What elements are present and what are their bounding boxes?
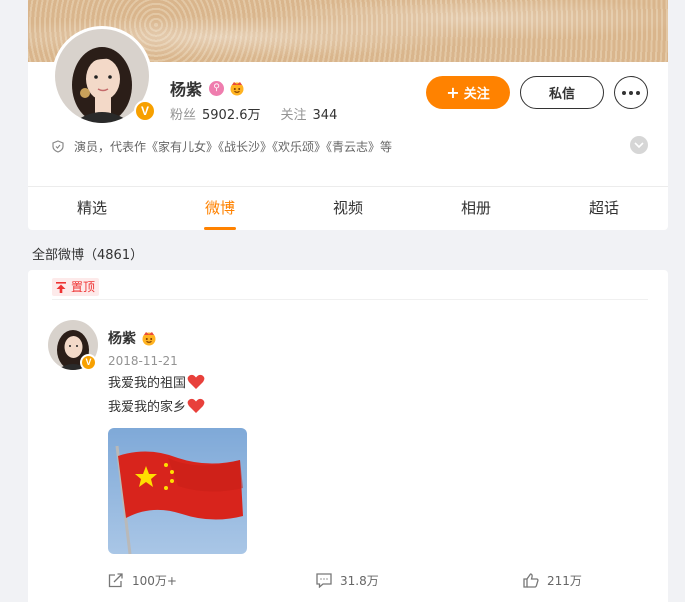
plus-icon: +: [446, 83, 460, 102]
comment-button[interactable]: 31.8万: [316, 572, 379, 589]
profile-description-row: 演员，代表作《家有儿女》《战长沙》《欢乐颂》《青云志》等: [52, 138, 392, 155]
message-button-label: 私信: [548, 87, 575, 102]
following-label: 关注: [280, 108, 307, 123]
profile-description: 演员，代表作《家有儿女》《战长沙》《欢乐颂》《青云志》等: [74, 140, 393, 154]
china-flag-image[interactable]: [108, 428, 247, 554]
all-posts-count: 全部微博（4861）: [32, 248, 144, 263]
thumbs-up-icon: [523, 573, 539, 588]
crown-emoji-icon[interactable]: [141, 330, 157, 346]
post-actions: 100万+ 31.8万 211万: [28, 572, 668, 596]
dot-icon: [636, 90, 640, 95]
tab-video[interactable]: 视频: [284, 187, 412, 230]
profile-name: 杨紫: [170, 80, 203, 99]
pinned-label: 置顶: [71, 280, 96, 294]
follow-button[interactable]: + 关注: [426, 76, 510, 109]
comment-icon: [316, 573, 332, 588]
profile-card: V 杨紫 ⚲ 粉丝 5902.6万 关注 344 + 关注 私信 演员，代表作《家有儿…: [28, 0, 668, 230]
post-text-line: 我爱我的祖国: [108, 372, 205, 391]
followers-count[interactable]: 5902.6万: [202, 108, 261, 123]
like-count: 211万: [547, 574, 582, 588]
verified-badge: V: [80, 354, 97, 371]
name-row: 杨紫 ⚲: [170, 76, 245, 100]
post-author-name[interactable]: 杨紫: [108, 328, 136, 348]
profile-tabs: 精选 微博 视频 相册 超话: [28, 187, 668, 230]
more-options-button[interactable]: [614, 76, 648, 109]
pink-medal-icon[interactable]: ⚲: [209, 80, 225, 96]
tab-weibo[interactable]: 微博: [156, 187, 284, 230]
post-author-row: 杨紫: [108, 328, 157, 348]
red-heart-icon: [187, 374, 205, 389]
share-count: 100万+: [132, 574, 177, 588]
shield-icon: [52, 140, 64, 153]
dot-icon: [622, 90, 626, 95]
post-card: 置顶 V 杨紫 2018-11-21 我爱我的祖国 我爱我的家乡 100万+ 3…: [28, 270, 668, 602]
post-text-line: 我爱我的家乡: [108, 396, 205, 415]
red-heart-icon: [187, 398, 205, 413]
pinned-tag: 置顶: [52, 278, 100, 296]
share-button[interactable]: 100万+: [108, 572, 177, 589]
verified-badge: V: [134, 100, 156, 122]
message-button[interactable]: 私信: [520, 76, 604, 109]
follow-button-label: 关注: [463, 87, 490, 102]
like-button[interactable]: 211万: [523, 572, 582, 589]
post-date[interactable]: 2018-11-21: [108, 354, 178, 368]
dot-icon: [629, 90, 633, 95]
tab-featured[interactable]: 精选: [28, 187, 156, 230]
share-icon: [108, 573, 123, 588]
profile-stats: 粉丝 5902.6万 关注 344: [170, 104, 357, 123]
post-text: 我爱我的家乡: [108, 400, 187, 415]
tab-super-topic[interactable]: 超话: [540, 187, 668, 230]
followers-label: 粉丝: [170, 108, 197, 123]
expand-chevron-button[interactable]: [630, 136, 648, 154]
chevron-down-icon: [634, 142, 644, 148]
comment-count: 31.8万: [340, 574, 379, 588]
divider: [52, 299, 648, 300]
tab-album[interactable]: 相册: [412, 187, 540, 230]
post-text: 我爱我的祖国: [108, 376, 187, 391]
pin-top-icon: [56, 281, 66, 293]
following-count[interactable]: 344: [313, 108, 338, 123]
crown-emoji-icon[interactable]: [229, 80, 245, 96]
